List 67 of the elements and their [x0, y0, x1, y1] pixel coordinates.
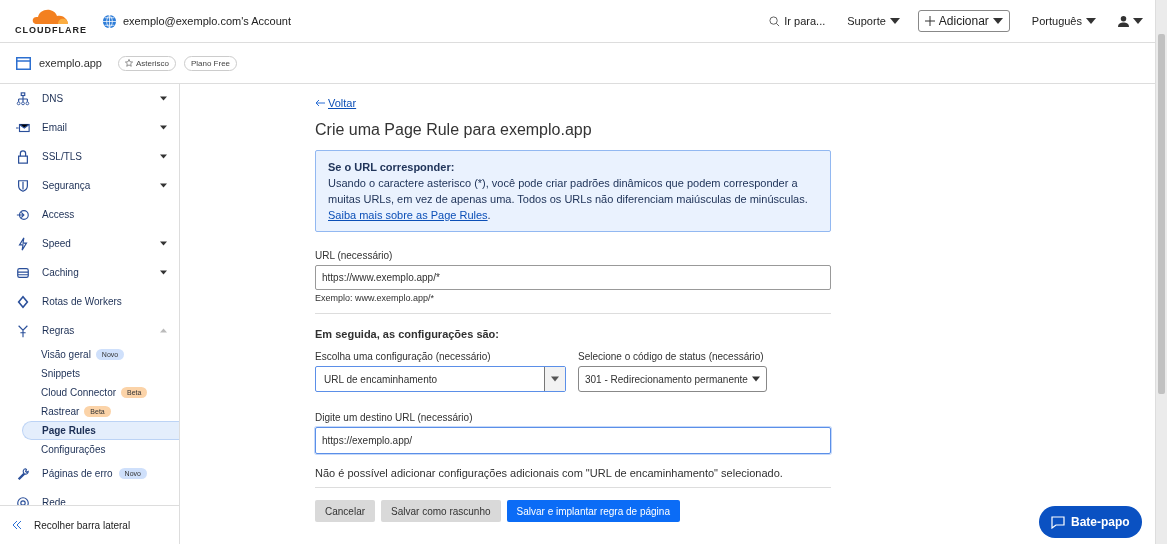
sidebar-item[interactable]: SSL/TLS: [0, 142, 179, 171]
sidebar-subitem[interactable]: Snippets: [22, 364, 179, 383]
collapse-sidebar-button[interactable]: Recolher barra lateral: [0, 506, 179, 544]
arrow-left-icon: [315, 99, 325, 107]
search-link[interactable]: Ir para...: [769, 15, 826, 27]
back-link[interactable]: Voltar: [315, 97, 357, 109]
zone-name[interactable]: exemplo.app: [39, 57, 102, 69]
save-deploy-button[interactable]: Salvar e implantar regra de página: [506, 500, 680, 522]
globe-icon: [102, 13, 117, 29]
secondary-button[interactable]: Salvar como rascunho: [381, 500, 501, 522]
cloud-logo-icon: [31, 7, 71, 25]
sidebar-item-icon: [16, 236, 30, 251]
language-menu[interactable]: Português: [1031, 15, 1096, 27]
learn-more-link[interactable]: Saiba mais sobre as Page Rules: [328, 209, 488, 221]
user-menu[interactable]: [1118, 15, 1143, 27]
user-icon: [1118, 15, 1129, 27]
caret-icon: [751, 376, 760, 382]
field-label: Digite um destino URL (necessário): [315, 412, 474, 423]
sidebar-item-icon: [16, 178, 30, 193]
sidebar-item[interactable]: Email: [0, 113, 179, 142]
info-text: Usando o caractere asterisco (*), você pode criar padrões dinâmicos que podem corresponder a muitas URLs, em vez de apenas uma. Todos os URLs não diferenciam maiúsculas de minúsculas. Saiba mais sobre as Page Rules.: [328, 177, 808, 221]
sidebar-item-icon: [16, 91, 30, 106]
double-chevron-icon: [12, 521, 22, 529]
add-button[interactable]: Adicionar: [917, 10, 1010, 32]
caret-icon: [992, 18, 1003, 24]
sidebar-item-icon: [16, 265, 30, 280]
sidebar-item[interactable]: DNS: [0, 84, 179, 113]
page-title: Crie uma Page Rule para exemplo.app: [315, 121, 593, 139]
section-heading: Em seguida, as configurações são:: [315, 328, 500, 340]
sidebar-item-icon: [16, 294, 30, 309]
sidebar-item-icon: [16, 207, 30, 222]
field-label: Selecione o código de status (necessário): [578, 351, 765, 362]
status-code-select[interactable]: 301 - Redirecionamento permanente: [578, 366, 767, 392]
sidebar-item[interactable]: Segurança: [0, 171, 179, 200]
support-menu[interactable]: Suporte: [847, 15, 900, 27]
search-icon: [769, 15, 781, 27]
field-hint: Exemplo: www.exemplo.app/*: [315, 293, 436, 303]
sidebar-item[interactable]: Speed: [0, 229, 179, 258]
sidebar-item[interactable]: Rotas de Workers: [0, 287, 179, 316]
sidebar-item-icon: [16, 495, 30, 505]
account-name[interactable]: exemplo@exemplo.com's Account: [123, 15, 291, 27]
secondary-button[interactable]: Cancelar: [315, 500, 376, 522]
field-label: URL (necessário): [315, 250, 394, 261]
sidebar-subitem[interactable]: Page Rules: [22, 421, 179, 440]
url-field[interactable]: https://www.exemplo.app/*: [315, 265, 831, 290]
info-note: Não é possível adicionar configurações adicionais com "URL de encaminhamento" selecionado.: [315, 467, 784, 479]
sidebar-item-icon: [16, 323, 30, 338]
sidebar-item[interactable]: Caching: [0, 258, 179, 287]
chat-bubble-icon: [1051, 515, 1065, 529]
info-heading: Se o URL corresponder:: [328, 160, 456, 175]
chat-button[interactable]: Bate-papo: [1039, 506, 1142, 538]
setting-select[interactable]: URL de encaminhamento: [315, 366, 566, 392]
plus-icon: [924, 16, 935, 26]
sidebar-item[interactable]: Regras: [0, 316, 179, 345]
browser-window-icon: [16, 56, 31, 70]
sidebar-subitem[interactable]: Configurações: [22, 440, 179, 459]
brand-name: CLOUDFLARE: [15, 24, 87, 35]
caret-icon: [551, 376, 559, 382]
sidebar-item-icon: [16, 149, 30, 164]
caret-icon: [1086, 18, 1096, 24]
field-label: Escolha uma configuração (necessário): [315, 351, 492, 362]
sidebar-item[interactable]: Access: [0, 200, 179, 229]
sidebar-item-icon: [16, 466, 30, 481]
caret-icon: [1133, 18, 1143, 24]
scrollbar[interactable]: [1155, 0, 1167, 544]
caret-icon: [889, 18, 900, 24]
destination-url-field[interactable]: https://exemplo.app/: [315, 427, 831, 454]
